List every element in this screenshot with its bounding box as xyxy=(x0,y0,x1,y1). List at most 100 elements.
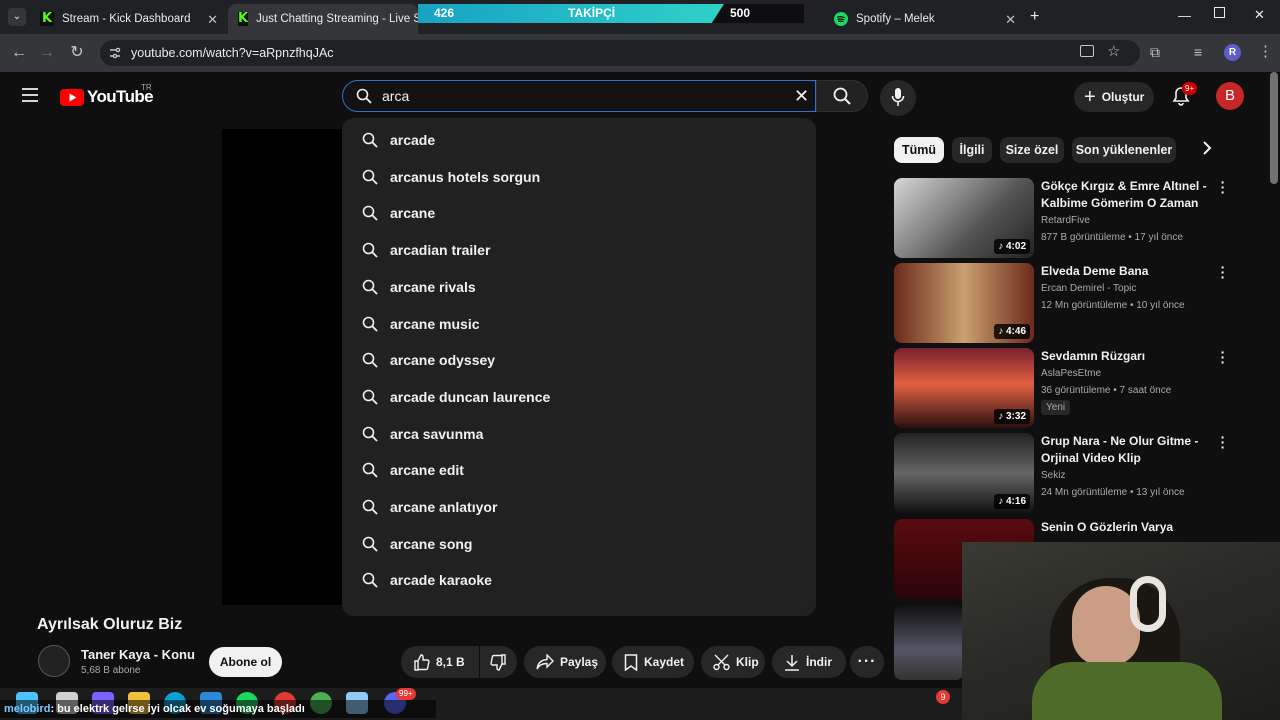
download-button[interactable]: İndir xyxy=(772,646,846,678)
chat-text: : bu elektrk gelrse iyi olcak ev soğumay… xyxy=(50,703,305,715)
search-suggestion[interactable]: arcane rivals xyxy=(342,269,816,305)
search-icon xyxy=(362,279,378,295)
search-suggestion[interactable]: arcade duncan laurence xyxy=(342,379,816,415)
discord-badge: 99+ xyxy=(396,688,416,700)
search-suggestion[interactable]: arcade karaoke xyxy=(342,562,816,598)
search-suggestion[interactable]: arcanus hotels sorgun xyxy=(342,159,816,195)
rec-title[interactable]: Senin O Gözlerin Varya xyxy=(1041,519,1211,536)
clip-button[interactable]: Klip xyxy=(701,646,765,678)
video-thumbnail[interactable]: ♪ 4:02 xyxy=(894,178,1034,258)
search-input[interactable]: arca xyxy=(382,88,409,104)
share-button[interactable]: Paylaş xyxy=(524,646,606,678)
save-button[interactable]: Kaydet xyxy=(612,646,694,678)
create-button[interactable]: + Oluştur xyxy=(1074,82,1154,112)
rec-meta: 36 görüntüleme • 7 saat önce xyxy=(1041,385,1172,396)
back-button[interactable]: ← xyxy=(10,44,28,62)
video-thumbnail[interactable]: ♪ 4:16 xyxy=(894,433,1034,513)
search-suggestion[interactable]: arcane anlatıyor xyxy=(342,489,816,525)
url-text[interactable]: youtube.com/watch?v=aRpnzfhqJAc xyxy=(131,46,334,60)
recommendation-item[interactable]: ♪ 4:16 Grup Nara - Ne Olur Gitme - Orjin… xyxy=(894,430,1264,515)
chip-recent[interactable]: Son yüklenenler xyxy=(1072,137,1176,163)
new-tab-button[interactable]: + xyxy=(1030,8,1039,26)
channel-avatar[interactable] xyxy=(38,645,70,677)
recommendation-item[interactable]: ♪ 4:02 Gökçe Kırgız & Emre Altınel - Kal… xyxy=(894,175,1264,260)
chevron-right-icon[interactable] xyxy=(1202,140,1212,156)
more-actions-button[interactable]: ··· xyxy=(850,646,884,678)
clip-label: Klip xyxy=(736,655,759,669)
headphones-icon xyxy=(1130,576,1166,632)
search-suggestion[interactable]: arcane odyssey xyxy=(342,342,816,378)
rec-channel[interactable]: RetardFive xyxy=(1041,215,1090,226)
tab-just-chatting[interactable]: K Just Chatting Streaming - Live S xyxy=(228,4,418,34)
search-suggestion[interactable]: arcane xyxy=(342,195,816,231)
recommendation-item[interactable]: ♪ 4:46 Elveda Deme Bana Ercan Demirel - … xyxy=(894,260,1264,345)
subscribe-button[interactable]: Abone ol xyxy=(209,647,282,677)
duration-badge: ♪ 3:32 xyxy=(994,409,1030,424)
dislike-button[interactable] xyxy=(480,646,517,678)
bookmark-star-icon[interactable]: ☆ xyxy=(1107,42,1120,60)
close-icon[interactable]: ✕ xyxy=(1005,12,1016,28)
more-options-icon[interactable]: · · · xyxy=(1216,260,1230,284)
rec-title[interactable]: Grup Nara - Ne Olur Gitme - Orjinal Vide… xyxy=(1041,433,1211,467)
chip-related[interactable]: İlgili xyxy=(952,137,992,163)
close-icon[interactable]: ✕ xyxy=(207,12,218,28)
install-app-icon[interactable] xyxy=(1080,45,1094,57)
search-icon xyxy=(362,352,378,368)
forward-button[interactable]: → xyxy=(38,44,56,62)
recommendation-item[interactable]: ♪ 3:32 Sevdamın Rüzgarı AslaPesEtme 36 g… xyxy=(894,345,1264,430)
rec-title[interactable]: Sevdamın Rüzgarı xyxy=(1041,348,1211,365)
rec-channel[interactable]: Sekiz xyxy=(1041,470,1065,481)
search-suggestion[interactable]: arcade xyxy=(342,122,816,158)
search-suggestion[interactable]: arcane music xyxy=(342,306,816,342)
more-options-icon[interactable]: · · · xyxy=(1216,345,1230,369)
tab-search-dropdown-icon[interactable]: ⌄ xyxy=(8,8,26,26)
suggestion-text: arcade xyxy=(390,132,436,148)
search-suggestion[interactable]: arcane edit xyxy=(342,452,816,488)
minimize-button[interactable]: — xyxy=(1178,8,1191,23)
rec-title[interactable]: Elveda Deme Bana xyxy=(1041,263,1211,280)
page-scrollbar[interactable] xyxy=(1270,72,1278,184)
search-suggestion[interactable]: arcane song xyxy=(342,526,816,562)
channel-name[interactable]: Taner Kaya - Konu xyxy=(81,647,195,662)
video-player[interactable] xyxy=(222,129,342,605)
more-options-icon[interactable]: · · · xyxy=(1216,430,1230,454)
media-control-icon[interactable]: ≡ xyxy=(1194,44,1202,60)
bookmark-icon xyxy=(624,653,638,671)
account-avatar[interactable]: B xyxy=(1216,82,1244,110)
rec-channel[interactable]: Ercan Demirel - Topic xyxy=(1041,283,1136,294)
site-info-icon[interactable] xyxy=(108,46,122,60)
profile-avatar[interactable]: R xyxy=(1224,44,1241,61)
clear-search-icon[interactable]: ✕ xyxy=(794,86,809,107)
spotify-icon xyxy=(834,12,848,26)
extensions-icon[interactable]: ⧉ xyxy=(1150,44,1160,61)
rec-meta: 877 B görüntüleme • 17 yıl önce xyxy=(1041,232,1183,243)
reload-button[interactable]: ↻ xyxy=(68,44,86,62)
kick-icon: K xyxy=(238,11,249,26)
search-icon xyxy=(362,462,378,478)
search-suggestion[interactable]: arcadian trailer xyxy=(342,232,816,268)
browser-menu-icon[interactable]: ⋮ xyxy=(1258,42,1273,60)
rec-channel[interactable]: AslaPesEtme xyxy=(1041,368,1101,379)
create-label: Oluştur xyxy=(1101,90,1145,104)
follower-goal: 500 xyxy=(730,6,751,20)
youtube-logo[interactable]: YouTube xyxy=(60,87,154,107)
rec-title[interactable]: Gökçe Kırgız & Emre Altınel - Kalbime Gö… xyxy=(1041,178,1211,212)
video-thumbnail[interactable]: ♪ 4:46 xyxy=(894,263,1034,343)
suggestion-text: arcane odyssey xyxy=(390,352,496,369)
maximize-button[interactable] xyxy=(1214,7,1225,18)
like-button[interactable]: 8,1 B xyxy=(401,646,479,678)
tab-kick-dashboard[interactable]: K Stream - Kick Dashboard ✕ xyxy=(30,4,226,34)
tab-spotify[interactable]: Spotify – Melek ✕ xyxy=(824,4,1024,34)
chip-all[interactable]: Tümü xyxy=(894,137,944,163)
close-window-button[interactable]: ✕ xyxy=(1254,7,1265,23)
search-suggestion[interactable]: arca savunma xyxy=(342,416,816,452)
video-title: Ayrılsak Oluruz Biz xyxy=(37,616,183,633)
follower-current: 426 xyxy=(434,6,455,20)
video-thumbnail[interactable]: ♪ 3:32 xyxy=(894,348,1034,428)
more-options-icon[interactable]: · · · xyxy=(1216,175,1230,199)
search-box[interactable] xyxy=(342,80,816,112)
chip-for-you[interactable]: Size özel xyxy=(1000,137,1064,163)
hamburger-menu-icon[interactable] xyxy=(22,88,38,102)
video-thumbnail[interactable] xyxy=(894,605,964,680)
thumbs-down-icon xyxy=(490,653,507,671)
